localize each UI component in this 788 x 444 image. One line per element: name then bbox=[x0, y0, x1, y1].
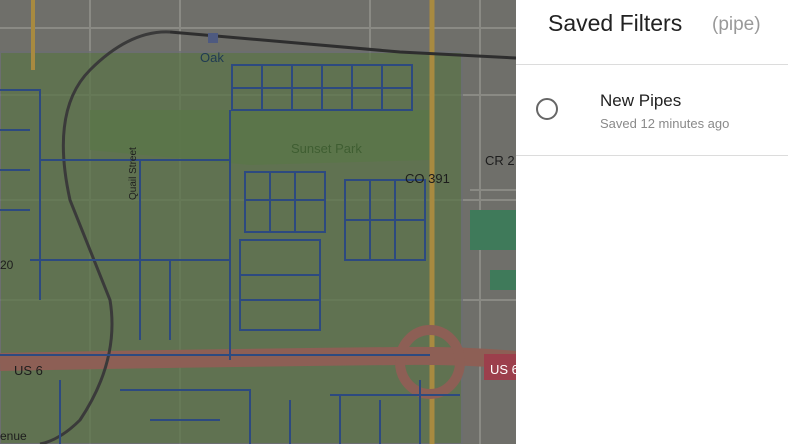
map-label-road-20: 20 bbox=[0, 258, 14, 272]
map-label-sunset-park: Sunset Park bbox=[291, 141, 362, 156]
saved-filter-item[interactable]: New Pipes Saved 12 minutes ago bbox=[516, 65, 788, 156]
map-label-oak: Oak bbox=[200, 50, 224, 65]
saved-filter-name: New Pipes bbox=[600, 91, 682, 110]
map-label-us6-left: US 6 bbox=[14, 363, 43, 378]
map-label-avenue: enue bbox=[0, 429, 27, 443]
saved-filters-panel: Saved Filters (pipe) New Pipes Saved 12 … bbox=[516, 0, 788, 444]
map-label-quail-street: Quail Street bbox=[128, 147, 139, 200]
map-label-us6-right: US 6 bbox=[490, 362, 516, 377]
map-canvas[interactable] bbox=[0, 0, 516, 444]
radio-button[interactable] bbox=[536, 98, 558, 120]
panel-subtitle: (pipe) bbox=[712, 14, 761, 35]
panel-title: Saved Filters bbox=[548, 10, 683, 36]
saved-filter-timestamp: Saved 12 minutes ago bbox=[600, 116, 730, 131]
panel-header: Saved Filters (pipe) bbox=[516, 0, 788, 65]
map-view[interactable]: Oak Sunset Park CO 391 CR 2 US 6 US 6 Qu… bbox=[0, 0, 516, 444]
map-label-co391: CO 391 bbox=[405, 171, 450, 186]
map-label-cr2: CR 2 bbox=[485, 153, 515, 168]
